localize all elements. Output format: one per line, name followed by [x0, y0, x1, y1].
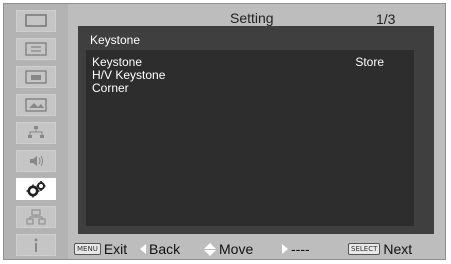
footer-move[interactable]: Move: [204, 241, 253, 257]
footer-back[interactable]: Back: [140, 241, 180, 257]
screen-icon[interactable]: [16, 10, 56, 32]
right-arrow-icon: [282, 244, 288, 254]
exit-label: Exit: [103, 241, 128, 257]
sidebar: [4, 4, 68, 259]
page-title: Setting: [230, 10, 274, 26]
footer-next[interactable]: SELECT Next: [348, 241, 412, 257]
panel-title: Keystone: [90, 33, 141, 47]
left-arrow-icon: [140, 244, 146, 254]
footer-help-bar: MENU Exit Back Move ---- SELECT Next: [68, 240, 445, 258]
menu-list: Keystone H/V Keystone Corner Store: [86, 50, 414, 226]
menu-item-corner[interactable]: Corner: [92, 81, 129, 95]
menu-key-icon: MENU: [74, 243, 101, 255]
setting-gears-icon[interactable]: [16, 178, 56, 200]
page-number: 1/3: [376, 11, 396, 27]
projector-menu-frame: Setting 1/3 Keystone Keystone H/V Keysto…: [3, 3, 446, 260]
keystone-panel: Keystone Keystone H/V Keystone Corner St…: [78, 26, 434, 234]
info-icon[interactable]: [16, 234, 56, 256]
right-label: ----: [291, 241, 310, 257]
network-icon[interactable]: [16, 206, 56, 228]
move-label: Move: [219, 241, 254, 257]
store-option[interactable]: Store: [355, 55, 384, 69]
image-select-icon[interactable]: [16, 94, 56, 116]
image-adjust-icon[interactable]: [16, 38, 56, 60]
network-sub-icon[interactable]: [16, 122, 56, 144]
up-down-arrow-icon: [204, 242, 216, 256]
back-label: Back: [149, 241, 181, 257]
footer-exit[interactable]: MENU Exit: [74, 241, 127, 257]
menu-item-hv-keystone[interactable]: H/V Keystone: [92, 68, 165, 82]
next-label: Next: [383, 241, 413, 257]
menu-item-keystone[interactable]: Keystone: [92, 55, 142, 69]
select-key-icon: SELECT: [348, 243, 381, 255]
footer-right[interactable]: ----: [282, 241, 310, 257]
sound-icon[interactable]: [16, 150, 56, 172]
display-icon[interactable]: [16, 66, 56, 88]
